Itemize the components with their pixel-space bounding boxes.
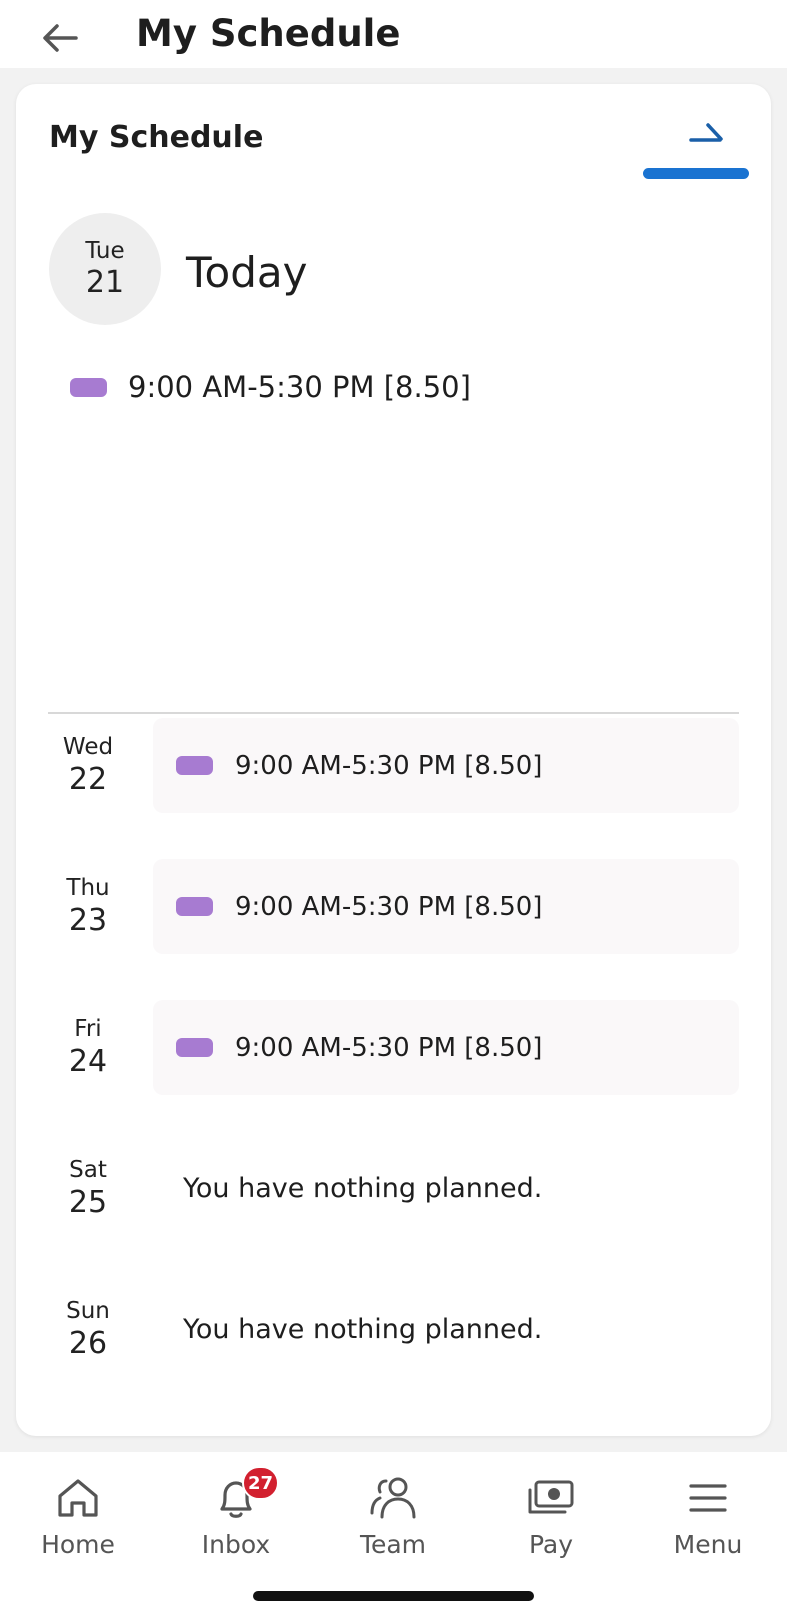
day-date: Thu 23 — [48, 859, 128, 954]
home-indicator[interactable] — [253, 1591, 534, 1601]
nav-label: Home — [41, 1530, 115, 1559]
empty-day-message: You have nothing planned. — [183, 1314, 543, 1345]
day-number: 25 — [68, 1184, 108, 1220]
today-date-badge: Tue 21 — [49, 213, 161, 325]
shift-card[interactable]: 9:00 AM-5:30 PM [8.50] — [153, 1000, 739, 1095]
day-date: Fri 24 — [48, 1000, 128, 1095]
hamburger-icon — [682, 1472, 734, 1524]
nav-item-home[interactable]: Home — [18, 1472, 138, 1572]
shift-color-marker — [70, 377, 107, 397]
today-shift[interactable]: 9:00 AM-5:30 PM [8.50] — [70, 362, 471, 412]
home-icon — [52, 1472, 104, 1524]
shift-time: 9:00 AM-5:30 PM [8.50] — [235, 891, 543, 922]
day-number: 23 — [68, 902, 108, 938]
top-app-bar: My Schedule — [0, 0, 787, 68]
page-title: My Schedule — [136, 12, 401, 55]
day-row-thu: Thu 23 9:00 AM-5:30 PM [8.50] — [48, 859, 739, 954]
empty-day-message: You have nothing planned. — [183, 1173, 543, 1204]
day-date: Sat 25 — [48, 1141, 128, 1236]
today-weekday: Tue — [85, 238, 125, 264]
day-weekday: Fri — [74, 1015, 102, 1042]
today-shift-time: 9:00 AM-5:30 PM [8.50] — [128, 370, 471, 404]
nav-item-inbox[interactable]: 27 Inbox — [176, 1466, 296, 1572]
back-button[interactable] — [38, 16, 82, 60]
nav-item-pay[interactable]: Pay — [491, 1472, 611, 1572]
day-number: 22 — [68, 761, 108, 797]
focus-indicator — [643, 168, 749, 179]
shift-color-marker — [176, 897, 213, 916]
shift-time: 9:00 AM-5:30 PM [8.50] — [235, 750, 543, 781]
money-icon — [525, 1472, 577, 1524]
day-row-wed: Wed 22 9:00 AM-5:30 PM [8.50] — [48, 718, 739, 813]
day-date: Sun 26 — [48, 1282, 128, 1377]
today-day-number: 21 — [85, 265, 125, 300]
day-date: Wed 22 — [48, 718, 128, 813]
shift-color-marker — [176, 1038, 213, 1057]
today-label: Today — [186, 248, 308, 297]
shift-card[interactable]: 9:00 AM-5:30 PM [8.50] — [153, 859, 739, 954]
card-title: My Schedule — [49, 120, 264, 155]
day-row-fri: Fri 24 9:00 AM-5:30 PM [8.50] — [48, 1000, 739, 1095]
divider — [48, 712, 739, 714]
people-icon — [367, 1472, 419, 1524]
arrow-right-icon — [689, 123, 723, 142]
schedule-card: My Schedule Tue 21 Today 9:00 AM-5:30 PM… — [16, 84, 771, 1436]
open-schedule-button[interactable] — [676, 114, 736, 160]
inbox-count-badge: 27 — [242, 1466, 280, 1500]
day-weekday: Wed — [62, 733, 114, 760]
shift-color-marker — [176, 756, 213, 775]
shift-card[interactable]: 9:00 AM-5:30 PM [8.50] — [153, 718, 739, 813]
shift-time: 9:00 AM-5:30 PM [8.50] — [235, 1032, 543, 1063]
nav-label: Inbox — [201, 1530, 271, 1559]
nav-label: Team — [359, 1530, 427, 1559]
nav-label: Menu — [673, 1530, 743, 1559]
day-row-sun: Sun 26 You have nothing planned. — [48, 1282, 739, 1377]
bell-icon: 27 — [210, 1466, 280, 1524]
day-row-sat: Sat 25 You have nothing planned. — [48, 1141, 739, 1236]
day-number: 26 — [68, 1325, 108, 1361]
nav-label: Pay — [528, 1530, 574, 1559]
day-weekday: Sun — [66, 1297, 110, 1324]
day-weekday: Sat — [69, 1156, 107, 1183]
arrow-left-icon — [43, 24, 78, 52]
day-weekday: Thu — [66, 874, 110, 901]
day-number: 24 — [68, 1043, 108, 1079]
nav-item-team[interactable]: Team — [333, 1472, 453, 1572]
nav-item-menu[interactable]: Menu — [648, 1472, 768, 1572]
